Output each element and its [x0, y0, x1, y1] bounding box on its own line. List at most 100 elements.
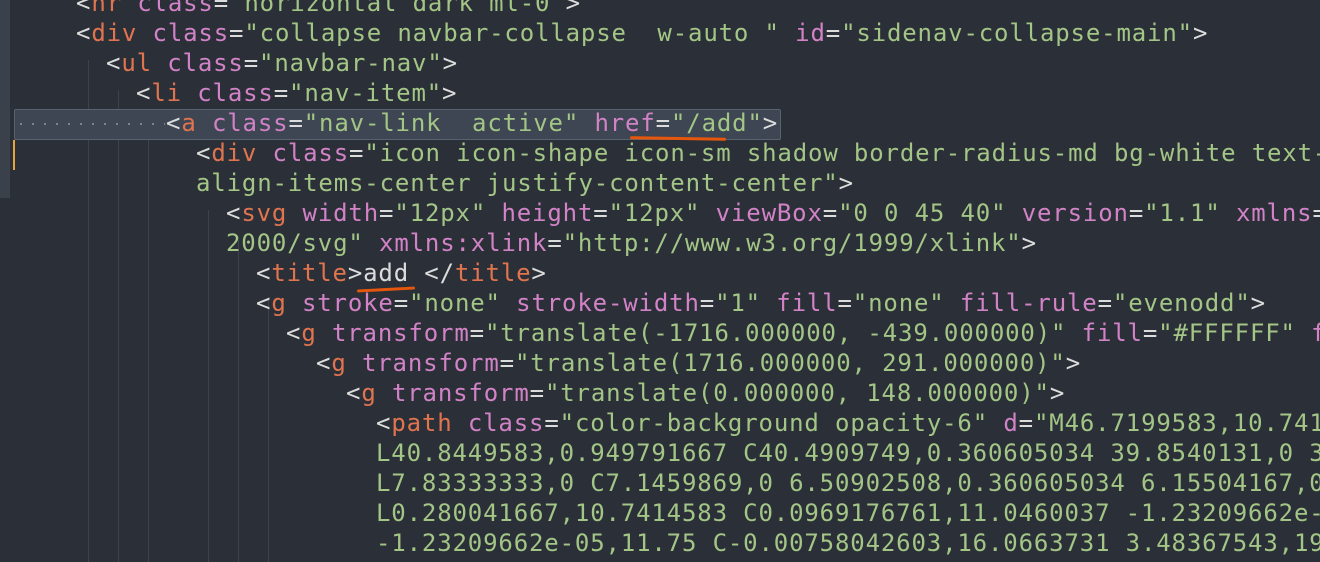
code-text: <path class="color-background opacity-6"… — [376, 409, 1320, 437]
code-token-str: "#FFFFFF" — [1158, 319, 1296, 347]
code-token-txt: < — [76, 19, 92, 47]
code-line-wrapped[interactable]: L40.8449583,0.949791667 C40.4909749,0.36… — [376, 438, 1320, 468]
code-line-wrapped[interactable]: align-items-center justify-content-cente… — [196, 168, 854, 198]
code-token-str: "none" — [852, 289, 945, 317]
code-token-str: align-items-center justify-content-cente… — [196, 169, 839, 197]
code-token-txt: = — [825, 19, 842, 47]
code-token-str: L40.8449583,0.949791667 C40.4909749,0.36… — [376, 439, 1320, 467]
whitespace-dots — [20, 123, 165, 125]
code-token-txt: < — [256, 259, 272, 287]
code-token-txt: = — [529, 379, 545, 407]
code-token-tag: svg — [241, 199, 288, 227]
code-line-wrapped[interactable]: L0.280041667,10.7414583 C0.0969176761,11… — [376, 498, 1320, 528]
code-token-tag: path — [391, 409, 453, 437]
code-token-attr: class — [467, 409, 545, 437]
code-text: L40.8449583,0.949791667 C40.4909749,0.36… — [376, 439, 1320, 467]
code-token-str: "icon icon-shape icon-sm shadow border-r… — [364, 139, 1320, 167]
code-token-tag: ul — [121, 49, 152, 77]
code-token-attr: fill — [1081, 319, 1143, 347]
code-token-tag: div — [211, 139, 258, 167]
code-token-attr: class — [137, 0, 214, 17]
code-text: <a class="nav-link active" href="/add"> — [166, 109, 778, 137]
code-token-txt: < — [316, 349, 332, 377]
code-token-tag: title — [454, 259, 532, 287]
code-token-str: -1.23209662e-05,11.75 C-0.00758042603,16… — [376, 529, 1320, 557]
code-token-txt: < — [166, 109, 182, 137]
code-line[interactable]: <li class="nav-item"> — [136, 78, 457, 108]
code-line[interactable]: <div class="collapse navbar-collapse w-a… — [76, 18, 1208, 48]
code-token-tag: a — [181, 109, 197, 137]
code-text: -1.23209662e-05,11.75 C-0.00758042603,16… — [376, 529, 1320, 557]
code-line-wrapped[interactable]: 2000/svg" xmlns:xlink="http://www.w3.org… — [226, 228, 1037, 258]
code-token-tag: g — [271, 289, 287, 317]
code-token-str: "/add" — [670, 109, 763, 137]
code-token-attr: transform — [391, 379, 530, 407]
code-token-str: "translate(1716.000000, 291.000000)" — [514, 349, 1066, 377]
code-token-str: L0.280041667,10.7414583 C0.0969176761,11… — [376, 499, 1320, 527]
code-token-txt: < — [256, 289, 272, 317]
code-token-tag: g — [361, 379, 377, 407]
code-line[interactable]: <title>add </title> — [256, 258, 547, 288]
code-token-txt: > — [442, 79, 458, 107]
gutter-change-marker — [0, 0, 10, 198]
code-token-attr: version — [1021, 199, 1129, 227]
code-line[interactable]: <g transform="translate(-1716.000000, -4… — [286, 318, 1320, 348]
code-token-attr: stroke — [301, 289, 394, 317]
code-token-str: "12px" — [608, 199, 701, 227]
code-text: <div class="collapse navbar-collapse w-a… — [76, 19, 1208, 47]
code-text: align-items-center justify-content-cente… — [196, 169, 854, 197]
code-token-attr: class — [167, 49, 244, 77]
code-line[interactable]: <hr class="horizontal dark ml-0"> — [76, 0, 581, 18]
code-line[interactable]: <div class="icon icon-shape icon-sm shad… — [196, 138, 1320, 168]
code-token-str: "http://www.w3.org/1999/xlink" — [562, 229, 1022, 257]
code-text: <g stroke="none" stroke-width="1" fill="… — [256, 289, 1266, 317]
code-token-attr: stroke-width — [516, 289, 700, 317]
code-line[interactable]: <svg width="12px" height="12px" viewBox=… — [226, 198, 1320, 228]
code-line-active[interactable]: <a class="nav-link active" href="/add"> — [166, 108, 778, 138]
code-token-txt: > — [531, 259, 547, 287]
code-token-str: 2000/svg" — [226, 229, 364, 257]
indent-guide — [268, 300, 269, 562]
code-line[interactable]: <g transform="translate(1716.000000, 291… — [316, 348, 1081, 378]
code-token-txt: < — [376, 409, 392, 437]
code-token-txt: = — [655, 109, 671, 137]
code-token-attr: fill — [776, 289, 838, 317]
code-line[interactable]: <g transform="translate(0.000000, 148.00… — [346, 378, 1065, 408]
code-token-tag: g — [331, 349, 347, 377]
code-token-str: "1.1" — [1144, 199, 1221, 227]
code-text: <g transform="translate(0.000000, 148.00… — [346, 379, 1065, 407]
code-token-attr: height — [501, 199, 594, 227]
code-text: <hr class="horizontal dark ml-0"> — [76, 0, 581, 17]
code-token-txt: = — [593, 199, 609, 227]
code-line[interactable]: <ul class="navbar-nav"> — [106, 48, 458, 78]
code-text: <title>add </title> — [256, 259, 547, 287]
code-line[interactable]: <g stroke="none" stroke-width="1" fill="… — [256, 288, 1266, 318]
code-line[interactable]: <path class="color-background opacity-6"… — [376, 408, 1320, 438]
code-token-str: "1" — [715, 289, 761, 317]
code-line-wrapped[interactable]: L7.83333333,0 C7.1459869,0 6.50902508,0.… — [376, 468, 1320, 498]
code-token-attr: d — [1003, 409, 1019, 437]
code-line-wrapped[interactable]: -1.23209662e-05,11.75 C-0.00758042603,16… — [376, 528, 1320, 558]
code-token-txt: < — [286, 319, 302, 347]
code-editor[interactable]: <hr class="horizontal dark ml-0"> <div c… — [0, 0, 1320, 562]
code-token-txt: = — [273, 79, 290, 107]
code-text: <div class="icon icon-shape icon-sm shad… — [196, 139, 1320, 167]
code-token-txt: > — [442, 49, 458, 77]
code-token-str: L7.83333333,0 C7.1459869,0 6.50902508,0.… — [376, 469, 1320, 497]
code-text: <ul class="navbar-nav"> — [106, 49, 458, 77]
code-token-str: "nav-link active" — [303, 109, 580, 137]
code-token-attr: fi — [1311, 319, 1320, 347]
code-token-txt: = — [379, 199, 395, 227]
